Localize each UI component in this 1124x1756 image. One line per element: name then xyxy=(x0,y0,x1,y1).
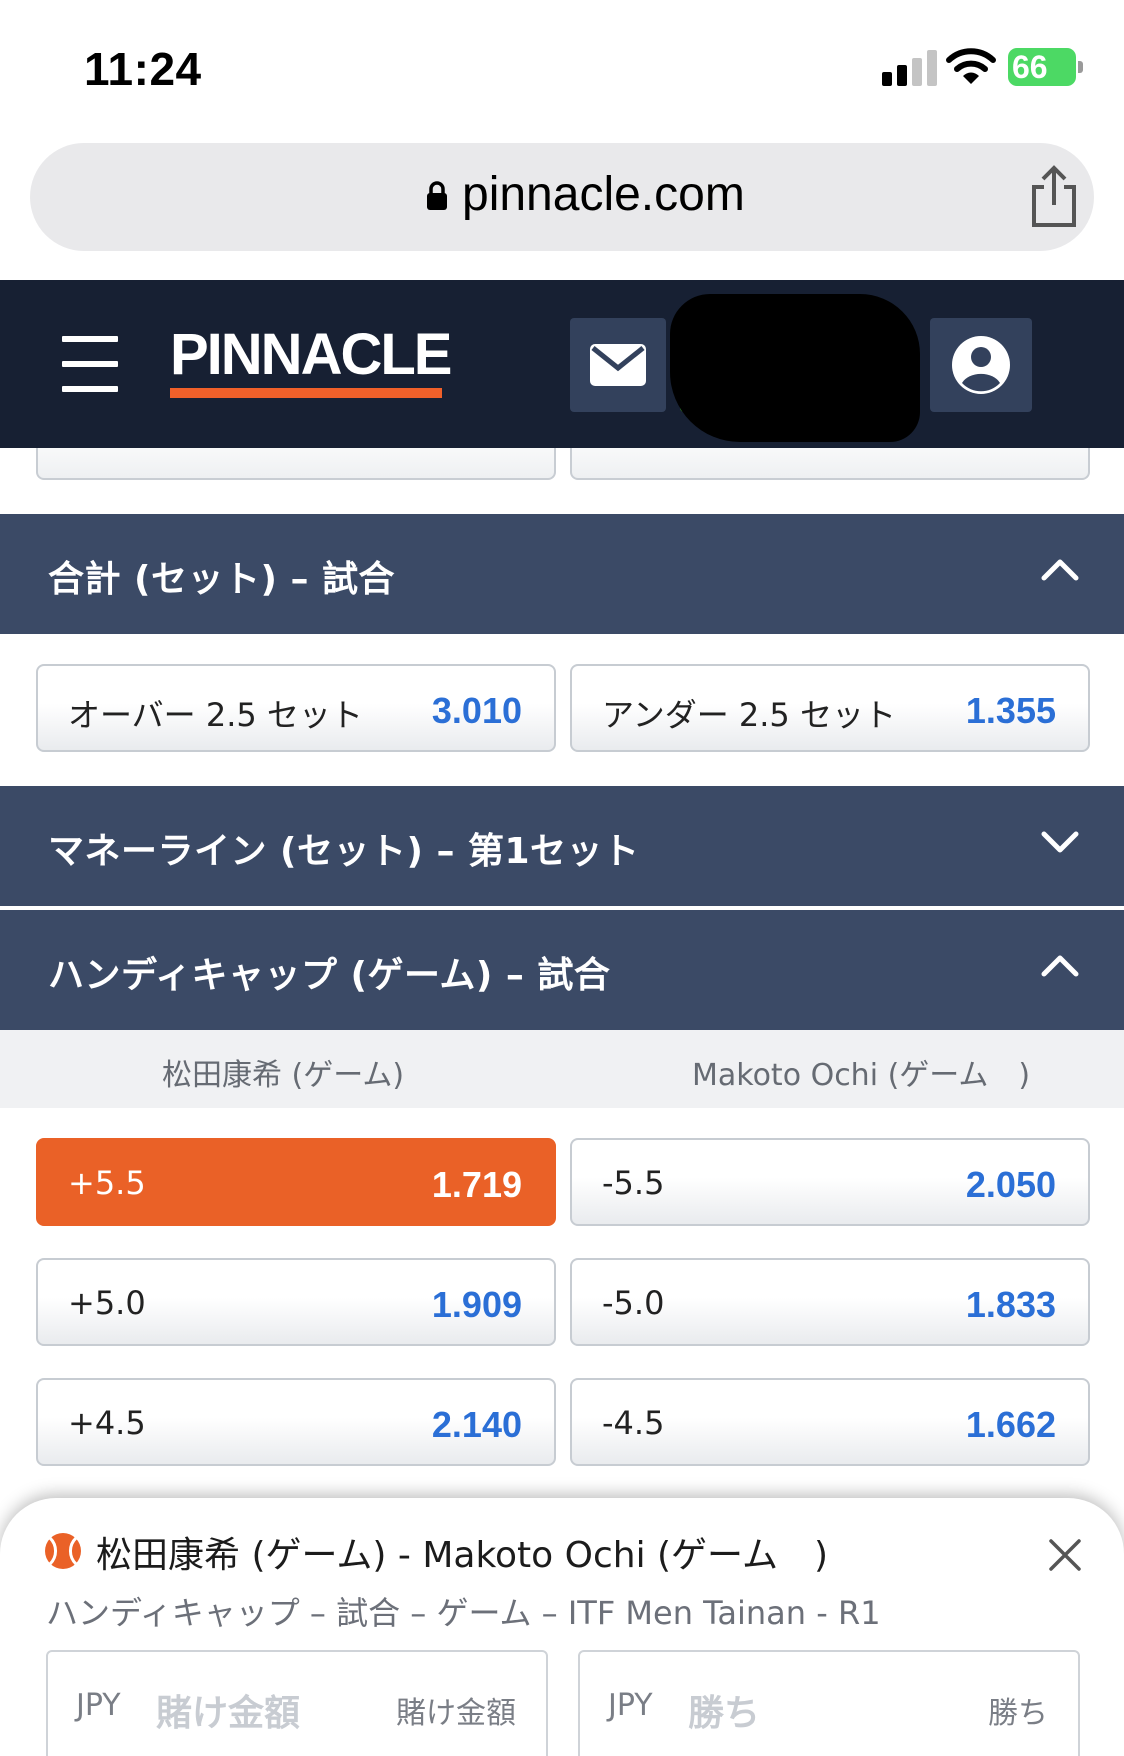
section-header-moneyline[interactable]: マネーライン (セット) – 第1セット xyxy=(0,786,1124,906)
handicap-column-headers: 松田康希 (ゲーム) Makoto Ochi (ゲーム ) xyxy=(0,1030,1124,1108)
odds-value: 1.833 xyxy=(965,1284,1056,1325)
stake-currency: JPY xyxy=(76,1688,121,1723)
account-icon xyxy=(952,336,1010,394)
odds-label: アンダー 2.5 セット xyxy=(602,696,896,734)
signal-icon xyxy=(882,50,937,86)
handicap-line: -5.0 xyxy=(602,1284,665,1322)
menu-icon[interactable] xyxy=(62,336,118,392)
odds-button-home-0[interactable]: +5.5 1.719 xyxy=(36,1138,556,1226)
section-header-totals[interactable]: 合計 (セット) – 試合 xyxy=(0,514,1124,634)
status-time: 11:24 xyxy=(84,43,202,95)
section-header-handicap[interactable]: ハンディキャップ (ゲーム) – 試合 xyxy=(0,910,1124,1030)
url-text: pinnacle.com xyxy=(462,168,745,221)
bet-slip-subtitle: ハンディキャップ – 試合 – ゲーム – ITF Men Tainan - R… xyxy=(46,1594,881,1632)
odds-button-partial[interactable] xyxy=(36,448,556,480)
stake-input[interactable]: JPY 賭け金額 賭け金額 xyxy=(46,1650,548,1756)
column-header-away: Makoto Ochi (ゲーム ) xyxy=(692,1058,1031,1093)
odds-button-home-1[interactable]: +5.0 1.909 xyxy=(36,1258,556,1346)
odds-value: 1.662 xyxy=(965,1404,1056,1445)
mail-icon xyxy=(590,344,646,386)
column-header-home: 松田康希 (ゲーム) xyxy=(162,1058,405,1093)
win-hint: 勝ち xyxy=(988,1696,1048,1731)
wifi-icon xyxy=(946,48,996,84)
chevron-up-icon[interactable] xyxy=(1040,946,1080,986)
stake-placeholder: 賭け金額 xyxy=(156,1693,301,1734)
odds-value: 1.909 xyxy=(431,1284,522,1325)
redacted-area xyxy=(670,294,920,442)
logo-underline xyxy=(170,388,442,398)
odds-value: 2.050 xyxy=(965,1164,1056,1205)
site-header: PINNACLE xyxy=(0,280,1124,448)
odds-button-over[interactable]: オーバー 2.5 セット 3.010 xyxy=(36,664,556,752)
chevron-up-icon[interactable] xyxy=(1040,550,1080,590)
handicap-line: +4.5 xyxy=(68,1404,146,1442)
battery-level: 66 xyxy=(1012,49,1048,85)
odds-button-home-2[interactable]: +4.5 2.140 xyxy=(36,1378,556,1466)
partial-odds-row xyxy=(0,448,1124,514)
odds-value: 3.010 xyxy=(431,690,522,731)
handicap-line: -5.5 xyxy=(602,1164,665,1202)
address-bar[interactable]: pinnacle.com xyxy=(30,143,1094,251)
handicap-line: +5.5 xyxy=(68,1164,146,1202)
bet-slip: 松田康希 (ゲーム) - Makoto Ochi (ゲーム ) ハンディキャップ… xyxy=(0,1498,1124,1756)
handicap-line: +5.0 xyxy=(68,1284,146,1322)
odds-label: オーバー 2.5 セット xyxy=(68,696,363,734)
odds-value: 1.355 xyxy=(965,690,1056,731)
chevron-down-icon[interactable] xyxy=(1040,822,1080,862)
section-title: 合計 (セット) – 試合 xyxy=(48,559,396,600)
odds-button-away-2[interactable]: -4.5 1.662 xyxy=(570,1378,1090,1466)
account-button[interactable] xyxy=(930,318,1032,412)
section-title: ハンディキャップ (ゲーム) – 試合 xyxy=(48,955,611,996)
logo[interactable]: PINNACLE xyxy=(170,324,452,386)
section-title: マネーライン (セット) – 第1セット xyxy=(48,831,640,872)
odds-button-partial[interactable] xyxy=(570,448,1090,480)
win-currency: JPY xyxy=(608,1688,653,1723)
odds-value: 2.140 xyxy=(431,1404,522,1445)
close-icon[interactable] xyxy=(1048,1538,1082,1572)
odds-button-away-0[interactable]: -5.5 2.050 xyxy=(570,1138,1090,1226)
messages-button[interactable] xyxy=(570,318,666,412)
tennis-ball-icon xyxy=(45,1533,81,1569)
odds-button-away-1[interactable]: -5.0 1.833 xyxy=(570,1258,1090,1346)
odds-button-under[interactable]: アンダー 2.5 セット 1.355 xyxy=(570,664,1090,752)
win-placeholder: 勝ち xyxy=(688,1693,761,1734)
lock-icon xyxy=(427,181,447,210)
handicap-line: -4.5 xyxy=(602,1404,665,1442)
win-input[interactable]: JPY 勝ち 勝ち xyxy=(578,1650,1080,1756)
battery-indicator: 66 xyxy=(1008,48,1084,86)
bet-slip-title: 松田康希 (ゲーム) - Makoto Ochi (ゲーム ) xyxy=(96,1535,829,1576)
stake-hint: 賭け金額 xyxy=(396,1696,516,1731)
share-icon[interactable] xyxy=(1026,165,1082,229)
odds-value: 1.719 xyxy=(431,1164,522,1205)
status-bar: 11:24 66 xyxy=(0,0,1124,130)
